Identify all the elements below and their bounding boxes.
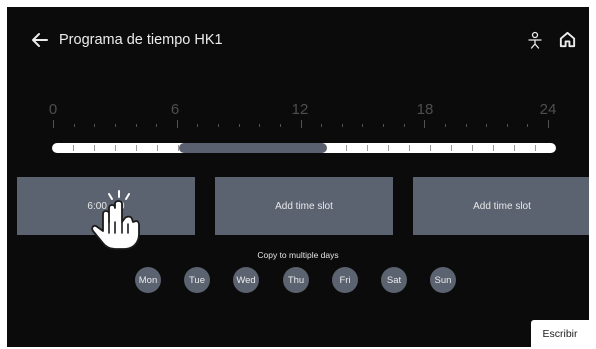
timeline-tick <box>218 124 219 127</box>
timeline-tick <box>94 124 96 127</box>
day-sun-button[interactable]: Sun <box>430 267 456 293</box>
person-icon[interactable] <box>527 31 543 49</box>
timeline-segment-divider <box>472 145 473 151</box>
timeline-tick <box>300 120 302 128</box>
day-thu-button[interactable]: Thu <box>283 267 309 293</box>
home-icon[interactable] <box>558 30 577 49</box>
timeline-segment-divider <box>346 145 347 151</box>
timeline-tick <box>424 120 426 128</box>
timeline-segment-divider <box>94 145 95 151</box>
header: Programa de tiempo HK1 <box>7 7 589 73</box>
add-time-slot-button-1[interactable]: Add time slot <box>215 177 393 235</box>
timeline-tick <box>135 124 137 127</box>
timeline-tick <box>114 124 116 127</box>
timeline-tick <box>176 120 178 128</box>
timeline-segment-divider <box>367 145 368 151</box>
timeline-segment-divider <box>430 145 431 151</box>
timeline-segment-divider <box>73 145 74 151</box>
day-mon-button[interactable]: Mon <box>135 267 161 293</box>
timeline-tick <box>279 124 281 127</box>
timeline-segment-divider <box>115 145 116 151</box>
add-time-slot-label: Add time slot <box>473 200 531 212</box>
timeline-tick <box>383 124 384 127</box>
timeline-tick <box>362 124 364 127</box>
timeline-segment-divider <box>493 145 494 151</box>
timeline-tick <box>238 124 240 127</box>
timeline-tick <box>53 120 54 128</box>
timeline-tick <box>321 124 323 127</box>
timeline-tick <box>197 124 199 127</box>
timeline-segment-divider <box>136 145 137 151</box>
timeline-tick <box>486 124 488 127</box>
timeline-segment-divider <box>514 145 515 151</box>
day-tue-button[interactable]: Tue <box>184 267 210 293</box>
hand-pointer-icon <box>91 190 140 250</box>
timeline-tick <box>506 124 508 127</box>
timeline-scroll-thumb[interactable] <box>179 143 327 153</box>
timeline-tick <box>527 124 529 127</box>
add-time-slot-button-2[interactable]: Add time slot <box>413 177 589 235</box>
timeline-tick <box>259 124 261 127</box>
write-button[interactable]: Escribir <box>531 320 589 347</box>
timeline-segment-divider <box>157 145 158 151</box>
timeline-segment-divider <box>388 145 389 151</box>
timeline-tick <box>156 124 158 127</box>
timeline-tick <box>548 120 549 128</box>
day-wed-button[interactable]: Wed <box>233 267 259 293</box>
tick-label-18: 18 <box>416 101 434 118</box>
tick-label-0: 0 <box>48 101 58 118</box>
day-fri-button[interactable]: Fri <box>332 267 358 293</box>
day-sat-button[interactable]: Sat <box>381 267 407 293</box>
timeline-tick <box>341 124 343 127</box>
timeline-segment-divider <box>535 145 536 151</box>
timeline-segment-divider <box>409 145 410 151</box>
add-time-slot-label: Add time slot <box>275 200 333 212</box>
timeline-tick <box>403 124 405 127</box>
timeline-tick <box>444 124 446 127</box>
back-arrow-icon[interactable] <box>31 31 49 49</box>
tick-label-12: 12 <box>291 101 309 118</box>
timeline-tick <box>465 124 467 127</box>
timeline-segment-divider <box>451 145 452 151</box>
app-screen: Programa de tiempo HK1 0 6 12 18 24 6:00… <box>7 7 589 347</box>
timeline-tick <box>73 124 75 127</box>
tick-label-24: 24 <box>539 101 557 118</box>
tick-label-6: 6 <box>170 101 180 118</box>
page-title: Programa de tiempo HK1 <box>59 32 223 48</box>
